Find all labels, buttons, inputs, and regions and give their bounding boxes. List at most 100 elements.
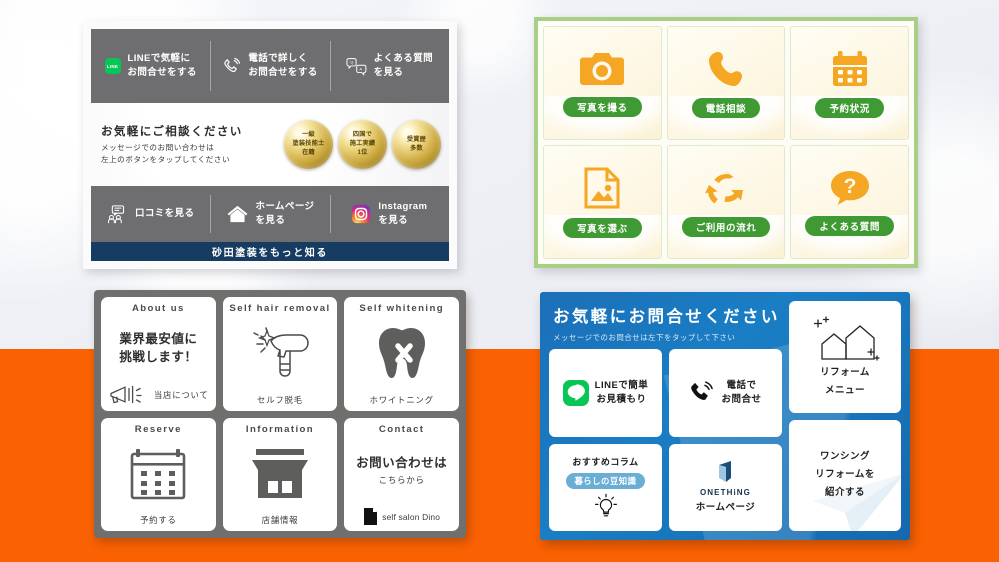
faq-bubbles-icon: Q A <box>346 57 366 76</box>
svg-text:?: ? <box>843 175 856 198</box>
reform-line-label1: LINEで簡単 <box>594 379 649 391</box>
reform-column-title: おすすめコラム <box>572 456 639 467</box>
salon-en-title: Information <box>245 423 315 435</box>
paint-badge-group: 一級 塗装技能士 在籍 四国で 施工実績 1位 受賞歴 多数 <box>243 120 445 169</box>
panel-photo-menu[interactable]: 写真を撮る 電話相談 予約状況 写真を選ぶ ご利用の流れ ? よくある質問 <box>534 17 918 268</box>
svg-text:A: A <box>359 66 362 71</box>
salon-foot-label: 店舗情報 <box>261 515 299 525</box>
paint-instagram-label1: Instagram <box>378 201 428 213</box>
houses-sparkle-icon <box>813 315 880 361</box>
image-file-icon <box>584 167 620 208</box>
instagram-icon <box>352 204 371 224</box>
onething-logo-icon <box>718 460 731 482</box>
paint-bottom-button-row: 口コミを見る ホームページ を見る Instagram を見る <box>91 186 449 242</box>
paint-consult-sub1: メッセージでのお問い合わせは <box>101 142 215 152</box>
phone-icon <box>224 57 241 72</box>
storefront-icon <box>251 449 308 499</box>
salon-brand-label: self salon Dino <box>382 511 441 522</box>
photo-cell-phone[interactable]: 電話相談 <box>666 26 786 140</box>
photo-pill-label: よくある質問 <box>805 215 894 236</box>
salon-en-title: Reserve <box>134 423 182 435</box>
camera-icon <box>580 52 625 85</box>
paint-footer-button[interactable]: 砂田塗装をもっと知る <box>91 242 449 261</box>
recycle-arrows-icon <box>704 170 743 203</box>
calendar-icon <box>832 50 867 86</box>
house-icon <box>227 205 247 222</box>
question-bubble-icon: ? <box>830 170 869 205</box>
salon-cell-whitening[interactable]: Self whitening ホワイトニング <box>344 297 459 411</box>
panel-reform-menu[interactable]: お気軽にお問合せください メッセージでのお問合せは左下をタップして下さい LIN… <box>540 292 910 540</box>
reform-card-homepage[interactable]: ONETHiNG ホームページ <box>669 443 782 531</box>
phone-icon <box>708 51 742 86</box>
paint-top-button-row: LINE LINEで気軽に お問合せをする 電話で詳しく お問合せをする Q A… <box>91 29 449 103</box>
reform-column-chip: 暮らしの豆知識 <box>566 473 645 489</box>
salon-en-title: About us <box>131 303 185 314</box>
salon-cell-about[interactable]: About us 業界最安値に 挑戦します！ 当店について <box>101 297 216 411</box>
gold-badge: 受賞歴 多数 <box>392 120 441 169</box>
reform-card-menu[interactable]: リフォーム メニュー <box>789 301 901 413</box>
paint-faq-label1: よくある質問 <box>373 53 434 65</box>
reform-card-column[interactable]: おすすめコラム 暮らしの豆知識 <box>549 443 662 531</box>
paint-button-line[interactable]: LINE LINEで気軽に お問合せをする <box>91 29 210 103</box>
reform-phone-label2: お問合せ <box>721 393 762 405</box>
salon-en-title: Self whitening <box>359 303 444 314</box>
review-people-icon <box>107 204 125 223</box>
reform-subheading: メッセージでのお問合せは左下をタップして下さい <box>553 333 736 342</box>
paint-button-phone[interactable]: 電話で詳しく お問合せをする <box>210 29 329 103</box>
paint-instagram-label2: を見る <box>378 215 409 226</box>
paint-consult-section: お気軽にご相談ください メッセージでのお問い合わせは 左上のボタンをタップしてく… <box>91 103 449 186</box>
reform-menu-label2: メニュー <box>824 384 865 396</box>
badge-line2: 施工実績 <box>349 140 376 147</box>
reform-introduce-label1: ワンシング <box>819 450 870 462</box>
photo-pill-label: ご利用の流れ <box>681 216 771 237</box>
photo-pill-label: 予約状況 <box>815 97 884 118</box>
salon-cell-information[interactable]: Information 店舗情報 <box>222 417 338 531</box>
paint-phone-label1: 電話で詳しく <box>248 53 308 65</box>
badge-line1: 一級 <box>302 131 315 139</box>
salon-jp-line1: お問い合わせは <box>356 456 448 471</box>
paint-button-faq[interactable]: Q A よくある質問 を見る <box>329 29 449 103</box>
panel-paint-rich-menu[interactable]: LINE LINEで気軽に お問合せをする 電話で詳しく お問合せをする Q A… <box>83 21 457 269</box>
paint-button-instagram[interactable]: Instagram を見る <box>329 186 449 242</box>
badge-line3: 在籍 <box>302 148 315 156</box>
paint-consult-heading: お気軽にご相談ください <box>101 125 243 138</box>
salon-foot-label: 当店について <box>153 389 209 400</box>
photo-cell-faq[interactable]: ? よくある質問 <box>790 145 909 259</box>
reform-header: お気軽にお問合せください メッセージでのお問合せは左下をタップして下さい <box>549 301 782 349</box>
salon-cell-reserve[interactable]: Reserve 予約する <box>101 417 216 531</box>
paint-line-label1: LINEで気軽に <box>127 53 191 65</box>
salon-cell-contact[interactable]: Contact お問い合わせは こちらから self salon Dino <box>344 417 459 531</box>
reform-introduce-label3: 紹介する <box>824 487 865 499</box>
photo-cell-flow[interactable]: ご利用の流れ <box>666 145 786 259</box>
reform-phone-label1: 電話で <box>726 379 757 391</box>
paint-button-reviews[interactable]: 口コミを見る <box>91 186 210 242</box>
photo-cell-choose-photo[interactable]: 写真を選ぶ <box>543 145 662 259</box>
reform-card-line[interactable]: LINEで簡単 お見積もり <box>549 349 662 437</box>
svg-text:Q: Q <box>350 59 353 64</box>
salon-cell-hair-removal[interactable]: Self hair removal セルフ脱毛 <box>222 297 338 411</box>
reform-introduce-label2: リフォームを <box>815 469 875 481</box>
calendar-icon <box>131 449 186 500</box>
lightbulb-icon <box>594 493 617 517</box>
paint-line-label2: お問合せをする <box>127 67 197 78</box>
salon-en-title: Self hair removal <box>229 303 331 314</box>
photo-cell-reservation[interactable]: 予約状況 <box>790 26 909 140</box>
paint-consult-sub2: 左上のボタンをタップしてください <box>101 155 231 164</box>
salon-en-title: Contact <box>378 423 425 435</box>
paint-homepage-label1: ホームページ <box>255 201 315 213</box>
paint-button-homepage[interactable]: ホームページ を見る <box>210 186 329 242</box>
photo-pill-label: 写真を撮る <box>563 96 642 117</box>
badge-line1: 四国で <box>352 131 373 139</box>
paint-phone-label2: お問合せをする <box>248 67 318 78</box>
badge-line2: 塗装技能士 <box>292 140 325 147</box>
photo-cell-take-photo[interactable]: 写真を撮る <box>543 26 662 140</box>
reform-card-phone[interactable]: 電話で お問合せ <box>669 349 782 437</box>
salon-jp-line2: こちらから <box>378 475 425 486</box>
panel-salon-menu[interactable]: About us 業界最安値に 挑戦します！ 当店について Self hair … <box>94 290 466 538</box>
reform-card-introduce[interactable]: ワンシング リフォームを 紹介する <box>789 419 901 531</box>
gold-badge: 四国で 施工実績 1位 <box>338 120 387 169</box>
reform-heading: お気軽にお問合せください <box>553 308 780 326</box>
salon-foot-label: セルフ脱毛 <box>257 394 303 405</box>
badge-line1: 受賞歴 <box>406 135 427 143</box>
salon-foot-label: ホワイトニング <box>369 394 434 405</box>
